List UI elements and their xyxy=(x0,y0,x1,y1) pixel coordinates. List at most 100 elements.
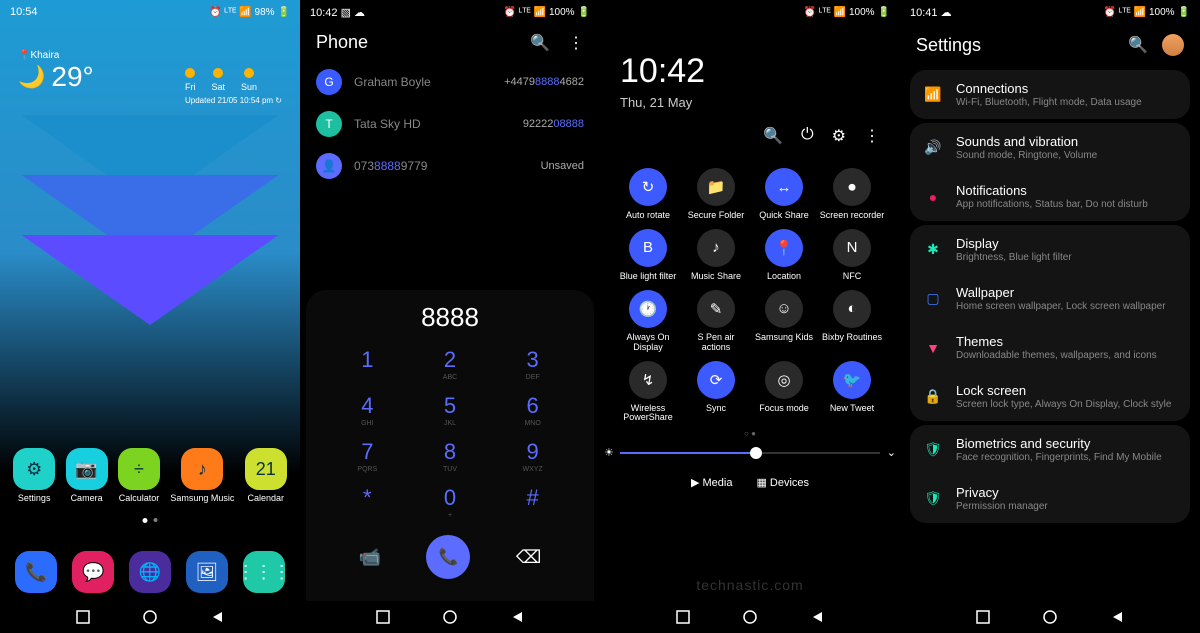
back-icon[interactable] xyxy=(1110,610,1124,624)
app-icon-camera[interactable]: 📷Camera xyxy=(66,448,108,503)
home-icon[interactable] xyxy=(743,610,757,624)
recents-icon[interactable] xyxy=(76,610,90,624)
nav-bar xyxy=(900,601,1200,633)
key-6[interactable]: 6MNO xyxy=(498,393,568,427)
key-3[interactable]: 3DEF xyxy=(498,347,568,381)
app-icon-calculator[interactable]: ÷Calculator xyxy=(118,448,160,503)
settings-header: Settings 🔍 xyxy=(900,24,1200,66)
call-button[interactable]: 📞 xyxy=(426,535,470,579)
settings-item-lock-screen[interactable]: 🔒Lock screenScreen lock type, Always On … xyxy=(910,372,1190,421)
dock-app[interactable]: ⋮⋮⋮ xyxy=(243,551,285,593)
settings-icon: 🛡 xyxy=(924,441,942,458)
key-8[interactable]: 8TUV xyxy=(415,439,485,473)
tile-s-pen-air-actions[interactable]: ✎S Pen air actions xyxy=(682,290,750,353)
tile-music-share[interactable]: ♪Music Share xyxy=(682,229,750,282)
tile-samsung-kids[interactable]: ☺Samsung Kids xyxy=(750,290,818,353)
tile-screen-recorder[interactable]: ⏺Screen recorder xyxy=(818,168,886,221)
back-icon[interactable] xyxy=(210,610,224,624)
app-icon-settings[interactable]: ⚙Settings xyxy=(13,448,55,503)
settings-icon: ▼ xyxy=(924,340,942,356)
settings-item-display[interactable]: ✱DisplayBrightness, Blue light filter xyxy=(910,225,1190,274)
status-bar: 10:42 ▧ ☁ ⏰ ᴸᵀᴱ 📶 100%🔋 xyxy=(300,0,600,24)
app-icon-samsung-music[interactable]: ♪Samsung Music xyxy=(170,448,234,503)
tile-new-tweet[interactable]: 🐦New Tweet xyxy=(818,361,886,424)
power-icon[interactable]: ⏻ xyxy=(801,126,814,146)
recents-icon[interactable] xyxy=(976,610,990,624)
forecast-day: Sat xyxy=(212,68,226,92)
wallpaper-chevrons xyxy=(0,115,300,375)
tile-secure-folder[interactable]: 📁Secure Folder xyxy=(682,168,750,221)
dock-app[interactable]: 🖼 xyxy=(186,551,228,593)
settings-item-wallpaper[interactable]: ▢WallpaperHome screen wallpaper, Lock sc… xyxy=(910,274,1190,323)
tile-always-on-display[interactable]: 🕐Always On Display xyxy=(614,290,682,353)
video-call-icon[interactable]: 📹 xyxy=(359,547,381,568)
weather-widget[interactable]: 📍Khaira 🌙 29° xyxy=(18,50,94,93)
home-icon[interactable] xyxy=(1043,610,1057,624)
back-icon[interactable] xyxy=(810,610,824,624)
settings-item-connections[interactable]: 📶ConnectionsWi-Fi, Bluetooth, Flight mod… xyxy=(910,70,1190,119)
tile-bixby-routines[interactable]: ◐Bixby Routines xyxy=(818,290,886,353)
tile-blue-light-filter[interactable]: BBlue light filter xyxy=(614,229,682,282)
key-5[interactable]: 5JKL xyxy=(415,393,485,427)
settings-item-sounds-and-vibration[interactable]: 🔊Sounds and vibrationSound mode, Rington… xyxy=(910,123,1190,172)
settings-item-notifications[interactable]: ●NotificationsApp notifications, Status … xyxy=(910,172,1190,221)
forecast-widget[interactable]: FriSatSun Updated 21/05 10:54 pm ↻ xyxy=(185,68,282,105)
home-icon[interactable] xyxy=(443,610,457,624)
key-7[interactable]: 7PQRS xyxy=(332,439,402,473)
more-icon[interactable]: ⋮ xyxy=(864,126,880,146)
profile-avatar[interactable] xyxy=(1162,34,1184,56)
search-icon[interactable]: 🔍 xyxy=(1128,35,1148,55)
quick-panel-screen: ⏰ ᴸᵀᴱ 📶 100%🔋 10:42 Thu, 21 May 🔍 ⏻ ⚙ ⋮ … xyxy=(600,0,900,633)
contact-row[interactable]: 👤07388889779Unsaved xyxy=(300,145,600,187)
contact-row[interactable]: GGraham Boyle+447988884682 xyxy=(300,61,600,103)
settings-item-themes[interactable]: ▼ThemesDownloadable themes, wallpapers, … xyxy=(910,323,1190,372)
tile-location[interactable]: 📍Location xyxy=(750,229,818,282)
key-#[interactable]: # xyxy=(498,485,568,519)
settings-screen: 10:41 ☁ ⏰ ᴸᵀᴱ 📶 100%🔋 Settings 🔍 📶Connec… xyxy=(900,0,1200,633)
media-devices-row: ▶ Media ▦ Devices xyxy=(600,468,900,497)
recents-icon[interactable] xyxy=(376,610,390,624)
tile-quick-share[interactable]: ↔Quick Share xyxy=(750,168,818,221)
home-icon[interactable] xyxy=(143,610,157,624)
recents-icon[interactable] xyxy=(676,610,690,624)
tile-focus-mode[interactable]: ◎Focus mode xyxy=(750,361,818,424)
settings-title: Settings xyxy=(916,35,981,56)
dialed-number: 8888 xyxy=(306,302,594,333)
media-button[interactable]: ▶ Media xyxy=(691,476,732,489)
key-*[interactable]: * xyxy=(332,485,402,519)
settings-icon: 🔊 xyxy=(924,139,942,156)
search-icon[interactable]: 🔍 xyxy=(530,33,550,53)
gear-icon[interactable]: ⚙ xyxy=(832,126,846,146)
status-right: ⏰ ᴸᵀᴱ 📶 100%🔋 xyxy=(804,7,890,18)
devices-button[interactable]: ▦ Devices xyxy=(756,476,809,489)
brightness-slider[interactable]: ☀ ⌄ xyxy=(620,452,880,454)
backspace-icon[interactable]: ⌫ xyxy=(516,547,541,568)
tile-auto-rotate[interactable]: ↻Auto rotate xyxy=(614,168,682,221)
contact-row[interactable]: TTata Sky HD9222208888 xyxy=(300,103,600,145)
tile-nfc[interactable]: NNFC xyxy=(818,229,886,282)
key-4[interactable]: 4GHI xyxy=(332,393,402,427)
sun-icon xyxy=(185,68,195,78)
key-2[interactable]: 2ABC xyxy=(415,347,485,381)
status-right: ⏰ ᴸᵀᴱ 📶 98%🔋 xyxy=(209,7,290,18)
key-0[interactable]: 0+ xyxy=(415,485,485,519)
panel-clock: 10:42 xyxy=(600,24,900,95)
settings-icon: ● xyxy=(924,189,942,205)
search-icon[interactable]: 🔍 xyxy=(763,126,783,146)
key-9[interactable]: 9WXYZ xyxy=(498,439,568,473)
settings-item-privacy[interactable]: 🛡PrivacyPermission manager xyxy=(910,474,1190,523)
quick-tiles-grid: ↻Auto rotate📁Secure Folder↔Quick Share⏺S… xyxy=(600,162,900,429)
settings-item-biometrics-and-security[interactable]: 🛡Biometrics and securityFace recognition… xyxy=(910,425,1190,474)
more-icon[interactable]: ⋮ xyxy=(568,33,584,53)
app-icon-calendar[interactable]: 21Calendar xyxy=(245,448,287,503)
key-1[interactable]: 1 xyxy=(332,347,402,381)
back-icon[interactable] xyxy=(510,610,524,624)
panel-date: Thu, 21 May xyxy=(600,95,900,110)
tile-sync[interactable]: ⟳Sync xyxy=(682,361,750,424)
status-time: 10:42 ▧ ☁ xyxy=(310,6,365,19)
dock-app[interactable]: 💬 xyxy=(72,551,114,593)
dock-app[interactable]: 📞 xyxy=(15,551,57,593)
moon-icon: 🌙 xyxy=(18,64,45,90)
dock-app[interactable]: 🌐 xyxy=(129,551,171,593)
tile-wireless-powershare[interactable]: ↯Wireless PowerShare xyxy=(614,361,682,424)
